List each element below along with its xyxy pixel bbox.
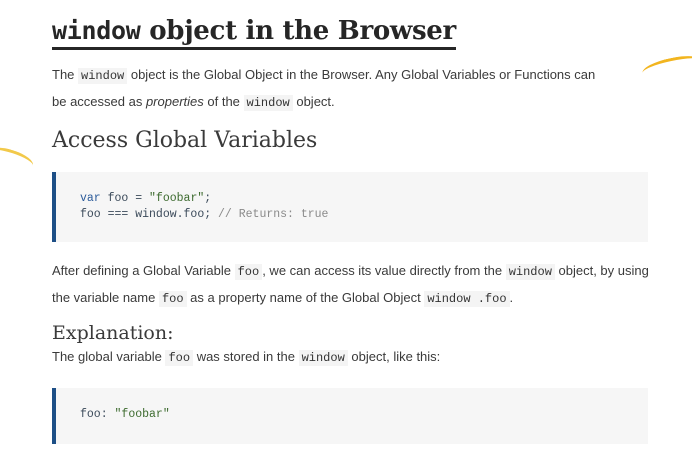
explanation-paragraph: The global variable foo was stored in th…	[52, 344, 652, 371]
code-keyword: var	[80, 192, 101, 205]
after-text: , we can access its value directly from …	[262, 263, 506, 278]
page: window object in the Browser The window …	[0, 0, 692, 462]
code-block-global-variable: var foo = "foobar"; foo === window.foo; …	[52, 172, 648, 242]
inline-code: foo	[158, 291, 187, 307]
section-heading-access-global-variables: Access Global Variables	[52, 128, 318, 153]
title-code-word: window	[52, 16, 141, 45]
code-line: foo === window.foo; // Returns: true	[80, 208, 328, 221]
intro-emphasis: properties	[145, 94, 204, 109]
page-title: window object in the Browser	[52, 16, 456, 50]
code-text: foo =	[100, 192, 150, 205]
inline-code: window	[298, 350, 348, 366]
intro-text: The	[52, 67, 79, 82]
inline-code: window	[243, 95, 293, 111]
intro-text: object.	[292, 94, 335, 109]
explain-text: The global variable	[52, 349, 166, 364]
after-text: After defining a Global Variable	[52, 263, 235, 278]
section-heading-explanation: Explanation:	[52, 322, 174, 344]
intro-text: of the	[203, 94, 244, 109]
code-line: foo: "foobar"	[80, 408, 170, 421]
inline-code: foo	[234, 264, 263, 280]
inline-code: foo	[165, 350, 194, 366]
title-text: object in the Browser	[140, 16, 456, 46]
decorative-streak	[0, 143, 36, 174]
code-text: foo === window.foo;	[80, 208, 219, 221]
after-paragraph: After defining a Global Variable foo, we…	[52, 258, 652, 312]
after-text: .	[509, 290, 514, 305]
inline-code: window	[505, 264, 555, 280]
inline-code: window .foo	[424, 291, 510, 307]
explain-text: was stored in the	[193, 349, 299, 364]
decorative-streak	[640, 51, 692, 82]
code-text: ;	[204, 192, 212, 205]
intro-paragraph: The window object is the Global Object i…	[52, 62, 612, 116]
code-string: "foobar"	[114, 408, 170, 421]
explain-text: object, like this:	[347, 349, 441, 364]
code-text: foo:	[80, 408, 115, 421]
code-block-window-object: foo: "foobar"	[52, 388, 648, 444]
after-text: as a property name of the Global Object	[186, 290, 425, 305]
code-comment: // Returns: true	[218, 208, 329, 221]
inline-code: window	[78, 68, 128, 84]
code-string: "foobar"	[149, 192, 205, 205]
code-line: var foo = "foobar";	[80, 192, 211, 205]
